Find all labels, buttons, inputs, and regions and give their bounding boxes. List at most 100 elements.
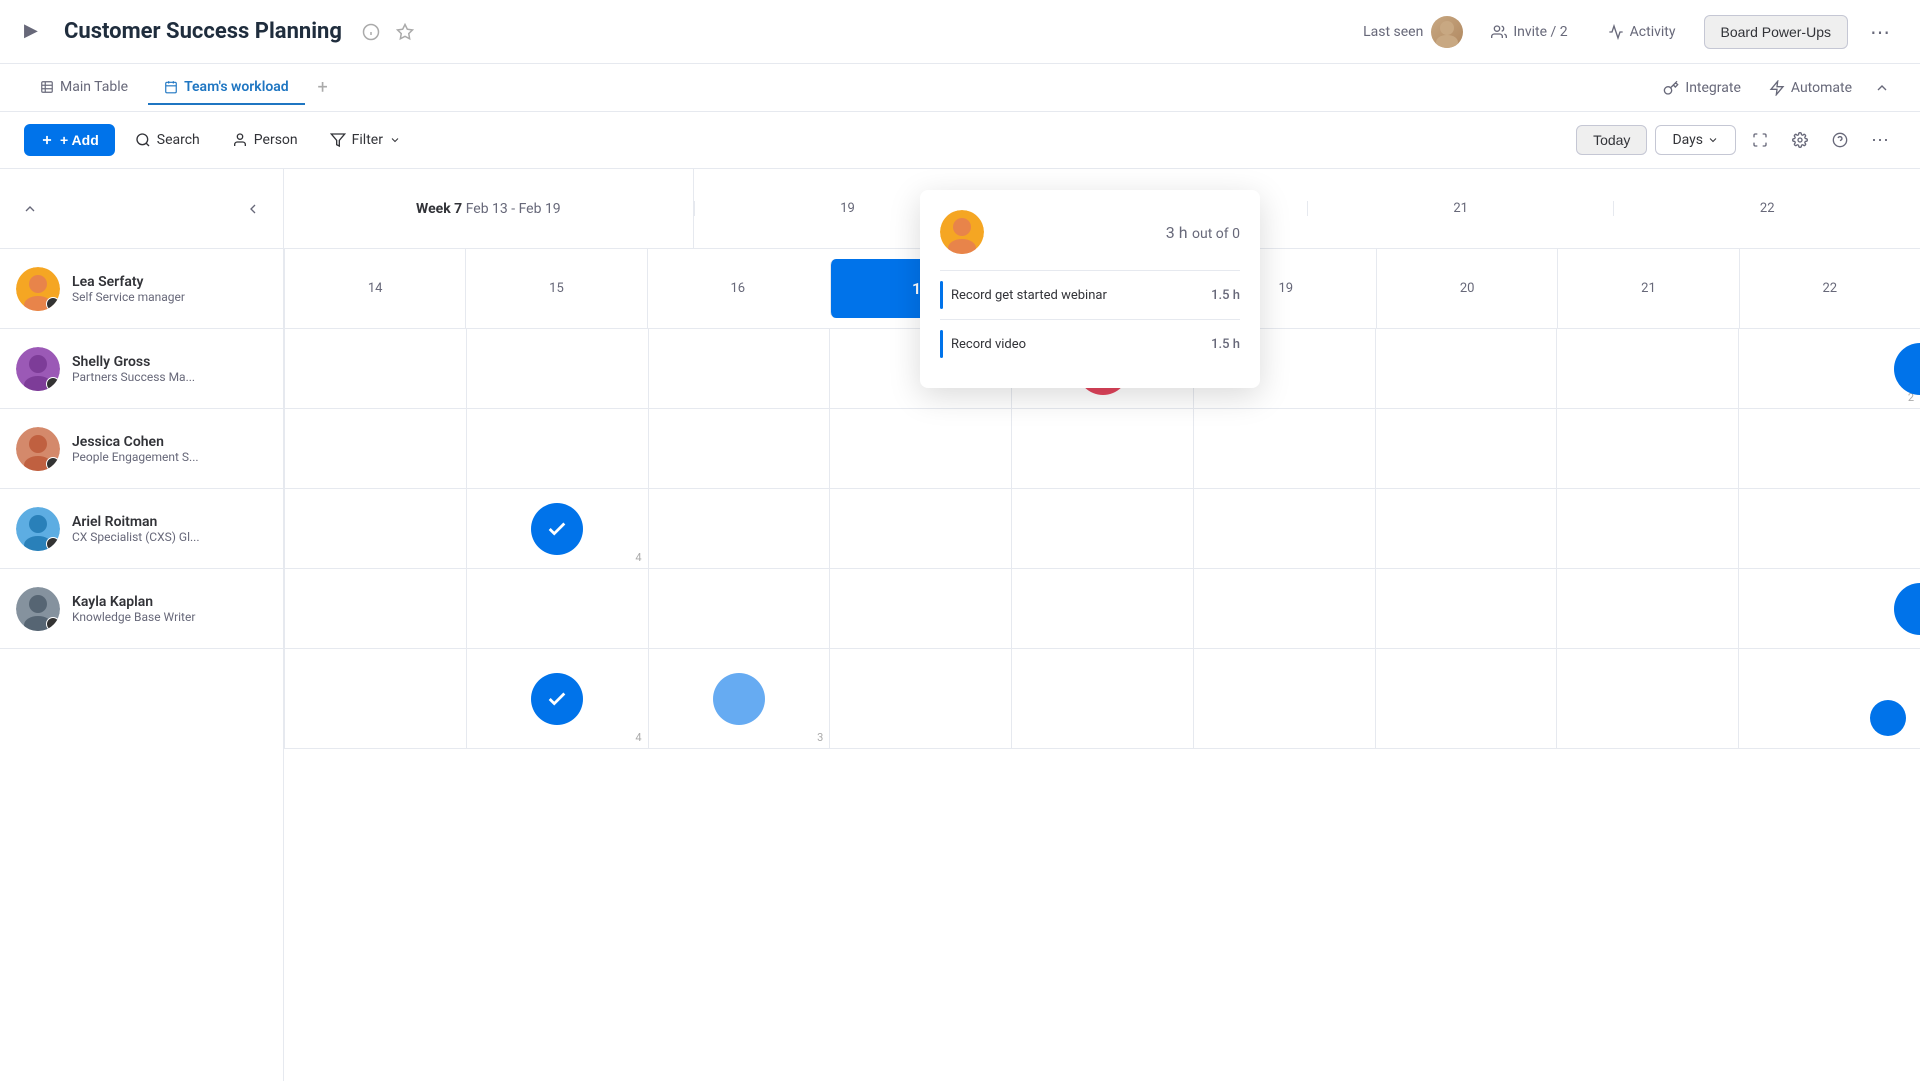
day-col-20b: 20 xyxy=(1376,249,1557,328)
last-seen: Last seen xyxy=(1363,16,1463,48)
cell-jessica-20 xyxy=(1375,489,1557,568)
tab-teams-workload[interactable]: Team's workload xyxy=(148,71,305,105)
cell-ariel-16 xyxy=(648,569,830,648)
more-options-button[interactable]: ⋯ xyxy=(1864,16,1896,48)
task-dot-kayla-16[interactable] xyxy=(713,673,765,725)
people-header xyxy=(0,169,283,249)
day-col-16: 16 xyxy=(647,249,828,328)
person-role: Partners Success Ma... xyxy=(72,370,267,384)
help-button[interactable] xyxy=(1824,124,1856,156)
cell-lea-20 xyxy=(1375,329,1557,408)
task-dot-ariel-right[interactable] xyxy=(1894,583,1920,635)
last-seen-avatar xyxy=(1431,16,1463,48)
avatar-badge-shelly xyxy=(46,377,60,391)
cell-ariel-17 xyxy=(829,569,1011,648)
popup-item-2[interactable]: Record video 1.5 h xyxy=(940,319,1240,368)
person-name: Shelly Gross xyxy=(72,354,267,370)
automate-button[interactable]: Automate xyxy=(1757,74,1864,102)
tab-main-table[interactable]: Main Table xyxy=(24,71,144,105)
filter-button[interactable]: Filter xyxy=(318,126,413,154)
people-column: Lea Serfaty Self Service manager Shelly … xyxy=(0,169,284,1081)
popup-avatar xyxy=(940,210,984,254)
collapse-button[interactable] xyxy=(1868,74,1896,102)
avatar-jessica xyxy=(16,427,60,471)
invite-button[interactable]: Invite / 2 xyxy=(1479,18,1579,46)
activity-button[interactable]: Activity xyxy=(1596,18,1688,46)
search-button[interactable]: Search xyxy=(123,126,212,154)
person-row-shelly[interactable]: Shelly Gross Partners Success Ma... xyxy=(0,329,283,409)
person-name: Ariel Roitman xyxy=(72,514,267,530)
person-row-lea[interactable]: Lea Serfaty Self Service manager xyxy=(0,249,283,329)
popup-item-time-2: 1.5 h xyxy=(1211,337,1240,352)
day-col-21b: 21 xyxy=(1557,249,1738,328)
task-dot-jessica-15[interactable] xyxy=(531,503,583,555)
toolbar: + Add Search Person Filter Today Days ⋯ xyxy=(0,112,1920,169)
cell-kayla-17 xyxy=(829,649,1011,748)
cell-shelly-16 xyxy=(648,409,830,488)
cell-jessica-17 xyxy=(829,489,1011,568)
activity-label: Activity xyxy=(1630,24,1676,40)
avatar-badge-jessica xyxy=(46,457,60,471)
info-icon[interactable] xyxy=(362,23,380,41)
star-icon[interactable] xyxy=(396,23,414,41)
person-info-lea: Lea Serfaty Self Service manager xyxy=(72,274,267,304)
scroll-up-button[interactable] xyxy=(16,195,44,223)
scroll-left-button[interactable] xyxy=(239,195,267,223)
page-title: Customer Success Planning xyxy=(64,19,342,44)
person-row-jessica[interactable]: Jessica Cohen People Engagement S... xyxy=(0,409,283,489)
board-power-ups-button[interactable]: Board Power-Ups xyxy=(1704,15,1849,49)
avatar-badge-lea xyxy=(46,297,60,311)
cell-kayla-21 xyxy=(1556,649,1738,748)
person-info-ariel: Ariel Roitman CX Specialist (CXS) Gl... xyxy=(72,514,267,544)
cell-jessica-14 xyxy=(284,489,466,568)
person-name: Kayla Kaplan xyxy=(72,594,267,610)
cell-shelly-21 xyxy=(1556,409,1738,488)
person-row-ariel[interactable]: Ariel Roitman CX Specialist (CXS) Gl... xyxy=(0,489,283,569)
cell-shelly-19 xyxy=(1193,409,1375,488)
cell-count-kayla-15: 4 xyxy=(635,731,641,744)
person-info-shelly: Shelly Gross Partners Success Ma... xyxy=(72,354,267,384)
task-dot-kayla-15[interactable] xyxy=(531,673,583,725)
cell-lea-22: 2 xyxy=(1738,329,1920,408)
expand-button[interactable] xyxy=(1744,124,1776,156)
person-name: Lea Serfaty xyxy=(72,274,267,290)
more-toolbar-button[interactable]: ⋯ xyxy=(1864,124,1896,156)
person-info-kayla: Kayla Kaplan Knowledge Base Writer xyxy=(72,594,267,624)
cell-ariel-22 xyxy=(1738,569,1920,648)
cell-shelly-20 xyxy=(1375,409,1557,488)
calendar-row-shelly xyxy=(284,409,1920,489)
popup-item-1[interactable]: Record get started webinar 1.5 h xyxy=(940,270,1240,319)
today-button[interactable]: Today xyxy=(1576,125,1647,155)
avatar-ariel xyxy=(16,507,60,551)
cell-ariel-15 xyxy=(466,569,648,648)
sidebar-toggle[interactable]: ▶ xyxy=(24,20,48,44)
cell-count-kayla-16: 3 xyxy=(817,731,823,744)
cell-kayla-19 xyxy=(1193,649,1375,748)
cell-ariel-19 xyxy=(1193,569,1375,648)
integrate-button[interactable]: Integrate xyxy=(1651,74,1753,102)
popup-item-label-2: Record video xyxy=(951,337,1203,352)
person-button[interactable]: Person xyxy=(220,126,310,154)
days-selector[interactable]: Days xyxy=(1655,125,1736,155)
add-tab-button[interactable]: + xyxy=(309,74,337,102)
cell-lea-15 xyxy=(466,329,648,408)
avatar-badge-ariel xyxy=(46,537,60,551)
day-col-15: 15 xyxy=(465,249,646,328)
popup-item-label-1: Record get started webinar xyxy=(951,288,1203,303)
cell-jessica-18 xyxy=(1011,489,1193,568)
cell-ariel-21 xyxy=(1556,569,1738,648)
person-row-kayla[interactable]: Kayla Kaplan Knowledge Base Writer xyxy=(0,569,283,649)
add-button[interactable]: + Add xyxy=(24,124,115,156)
cell-jessica-15: 4 xyxy=(466,489,648,568)
app-header: ▶ Customer Success Planning Last seen In… xyxy=(0,0,1920,64)
day-col-22b: 22 xyxy=(1739,249,1920,328)
cell-shelly-15 xyxy=(466,409,648,488)
calendar-row-jessica: 4 xyxy=(284,489,1920,569)
person-info-jessica: Jessica Cohen People Engagement S... xyxy=(72,434,267,464)
task-dot-kayla-22b[interactable] xyxy=(1870,700,1906,736)
cell-kayla-18 xyxy=(1011,649,1193,748)
cell-jessica-19 xyxy=(1193,489,1375,568)
avatar-kayla xyxy=(16,587,60,631)
settings-button[interactable] xyxy=(1784,124,1816,156)
person-role: Self Service manager xyxy=(72,290,267,304)
